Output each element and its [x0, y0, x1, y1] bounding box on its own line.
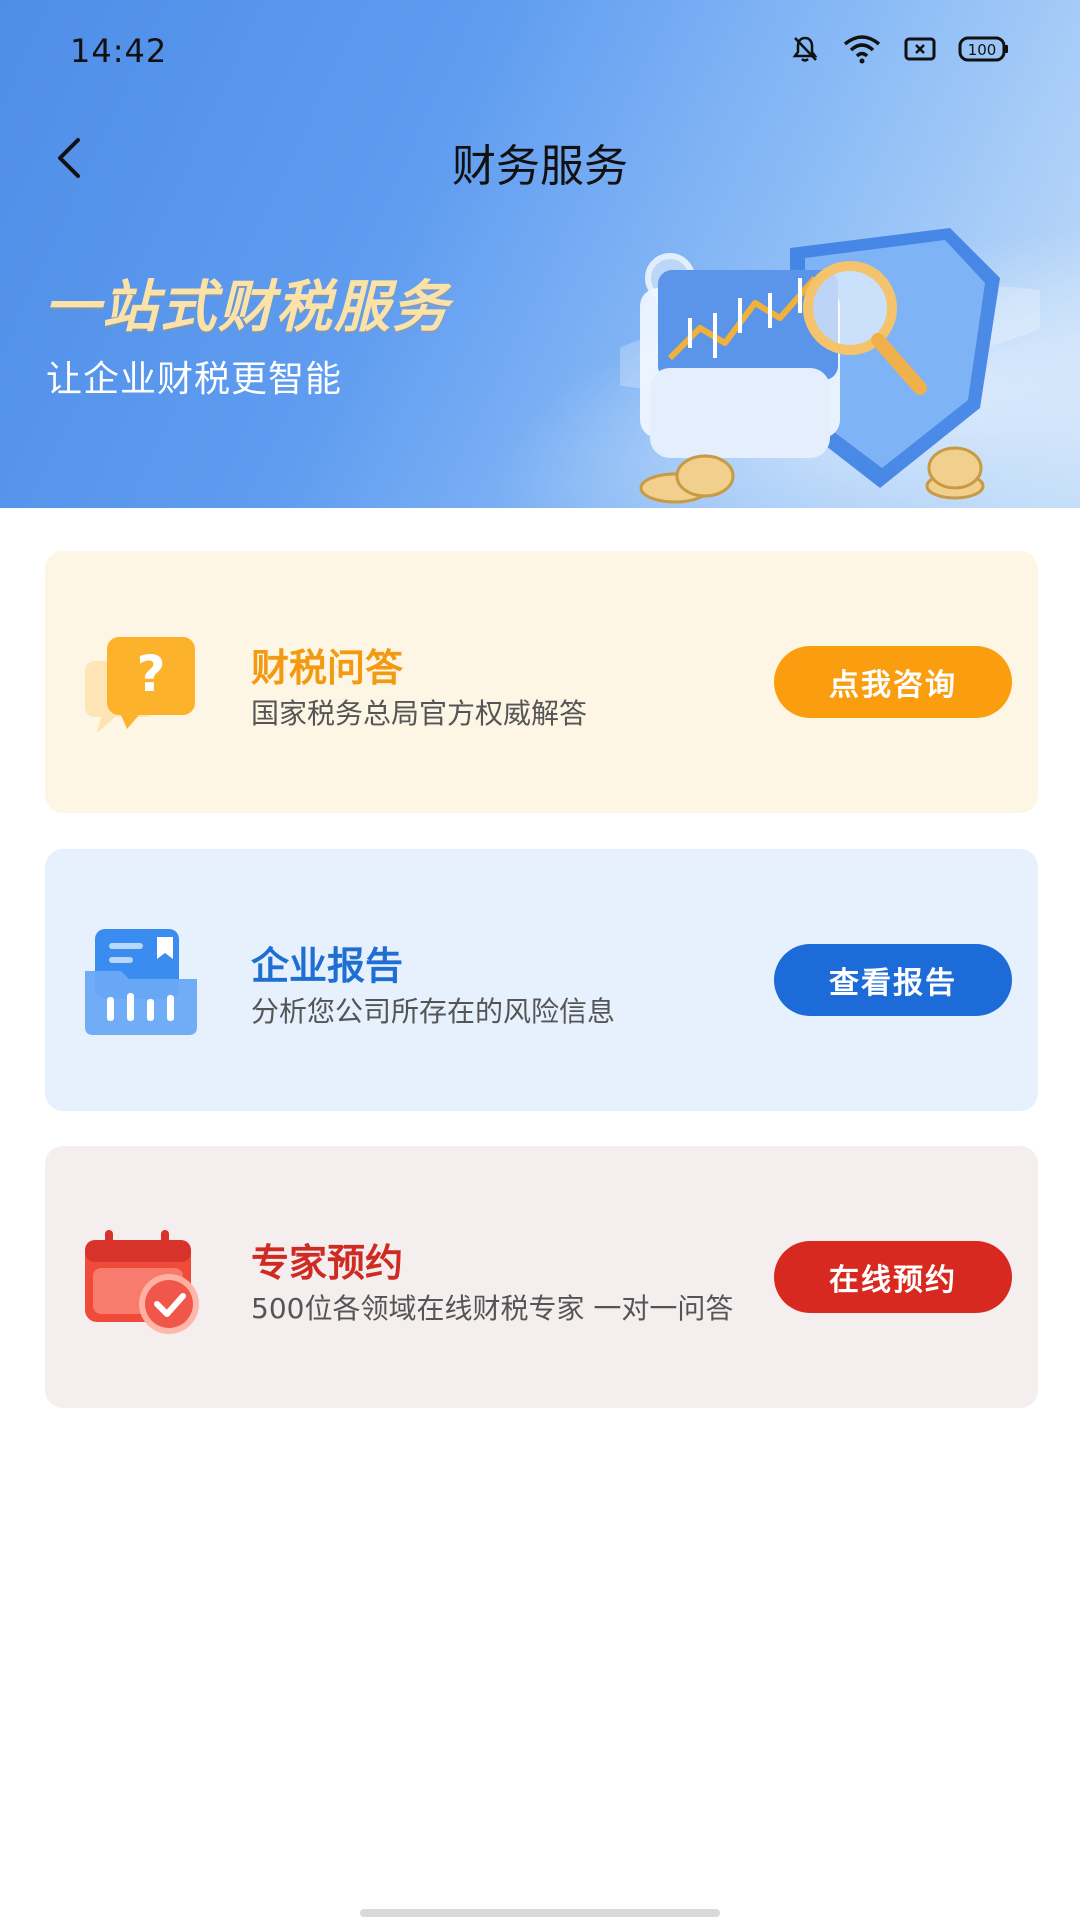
- card-title: 专家预约: [251, 1241, 404, 1285]
- wifi-icon: [842, 34, 882, 64]
- banner-subtitle: 让企业财税更智能: [46, 359, 343, 400]
- sim-icon: [904, 35, 936, 63]
- card-description: 500位各领域在线财税专家 一对一问答: [251, 1292, 734, 1325]
- status-icons: 100: [790, 34, 1010, 64]
- card-title: 财税问答: [251, 646, 404, 690]
- card-company-report: 企业报告 分析您公司所存在的风险信息 查看报告: [45, 849, 1038, 1111]
- finance-illustration-icon: [620, 228, 1040, 504]
- banner-title: 一站式财税服务: [44, 275, 450, 340]
- question-bubble-icon: ?: [81, 625, 201, 745]
- battery-icon: 100: [958, 35, 1010, 63]
- battery-level: 100: [968, 41, 997, 59]
- calendar-check-icon: [81, 1220, 201, 1340]
- home-indicator[interactable]: [360, 1909, 720, 1917]
- consult-button[interactable]: 点我咨询: [774, 646, 1012, 718]
- card-tax-qa: ? 财税问答 国家税务总局官方权威解答 点我咨询: [45, 551, 1038, 813]
- page-title: 财务服务: [452, 141, 628, 192]
- view-report-button[interactable]: 查看报告: [774, 944, 1012, 1016]
- status-time: 14:42: [70, 32, 168, 70]
- status-bar: 14:42 100: [0, 0, 1080, 104]
- card-description: 分析您公司所存在的风险信息: [251, 995, 616, 1028]
- svg-text:?: ?: [136, 645, 165, 703]
- card-expert-booking: 专家预约 500位各领域在线财税专家 一对一问答 在线预约: [45, 1146, 1038, 1408]
- card-title: 企业报告: [251, 944, 404, 988]
- report-folder-icon: [81, 923, 201, 1043]
- nav-bar: 财务服务: [0, 104, 1080, 216]
- card-description: 国家税务总局官方权威解答: [251, 697, 588, 730]
- bell-muted-icon: [790, 34, 820, 64]
- header-banner: 14:42 100 财务服务 一站式财税服务 让企业财税更智能: [0, 0, 1080, 508]
- book-online-button[interactable]: 在线预约: [774, 1241, 1012, 1313]
